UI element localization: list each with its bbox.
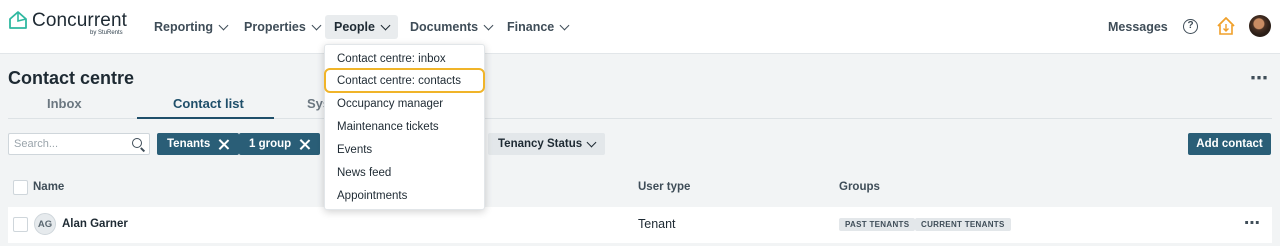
filter-chip-label: Tenants — [167, 138, 211, 150]
top-navigation-bar: Concurrent by StuRents Reporting Propert… — [0, 0, 1280, 54]
nav-properties-label: Properties — [244, 20, 306, 34]
page-title: Contact centre — [8, 68, 135, 88]
menu-item-appointments[interactable]: Appointments — [337, 190, 407, 202]
select-all-checkbox[interactable] — [13, 180, 28, 195]
nav-finance-label: Finance — [507, 20, 555, 34]
contact-name[interactable]: Alan Garner — [62, 218, 128, 230]
active-tab-indicator — [137, 117, 274, 119]
search-icon — [132, 138, 142, 148]
home-icon[interactable] — [1216, 16, 1236, 36]
filter-chip-group[interactable]: 1 group — [239, 133, 321, 155]
contact-avatar: AG — [34, 213, 56, 235]
menu-item-highlight — [324, 68, 485, 93]
logo-text: Concurrent — [32, 10, 127, 31]
tab-contact-list[interactable]: Contact list — [173, 96, 244, 111]
column-header-user-type[interactable]: User type — [638, 181, 690, 193]
close-icon[interactable] — [218, 139, 229, 150]
logo-subtext: by StuRents — [90, 30, 123, 36]
chevron-down-icon — [380, 20, 391, 30]
nav-documents[interactable]: Documents — [401, 15, 501, 39]
column-header-name[interactable]: Name — [33, 181, 64, 193]
nav-properties[interactable]: Properties — [235, 15, 329, 39]
search-placeholder: Search... — [14, 138, 59, 150]
nav-people[interactable]: People — [325, 15, 398, 39]
help-icon[interactable]: ? — [1183, 19, 1198, 34]
filter-chip-tenants[interactable]: Tenants — [157, 133, 240, 155]
column-header-groups[interactable]: Groups — [839, 181, 880, 193]
menu-item-events[interactable]: Events — [337, 144, 372, 156]
messages-link[interactable]: Messages — [1108, 20, 1168, 34]
contact-user-type: Tenant — [638, 217, 676, 231]
menu-item-maintenance-tickets[interactable]: Maintenance tickets — [337, 121, 439, 133]
group-badge: CURRENT TENANTS — [915, 218, 1011, 231]
close-icon[interactable] — [299, 139, 310, 150]
chevron-down-icon — [218, 20, 229, 30]
chevron-down-icon — [311, 20, 322, 30]
nav-documents-label: Documents — [410, 20, 479, 34]
page-more-icon[interactable]: ⋯ — [1250, 68, 1269, 89]
add-contact-button[interactable]: Add contact — [1188, 133, 1271, 155]
menu-item-news-feed[interactable]: News feed — [337, 167, 391, 179]
tenancy-status-filter[interactable]: Tenancy Status — [488, 133, 606, 155]
menu-item-occupancy-manager[interactable]: Occupancy manager — [337, 98, 443, 110]
chevron-down-icon — [586, 137, 597, 147]
chevron-down-icon — [483, 20, 494, 30]
chevron-down-icon — [559, 20, 570, 30]
nav-reporting-label: Reporting — [154, 20, 214, 34]
nav-finance[interactable]: Finance — [498, 15, 577, 39]
nav-reporting[interactable]: Reporting — [145, 15, 236, 39]
nav-people-label: People — [334, 20, 375, 34]
tab-inbox[interactable]: Inbox — [47, 96, 82, 111]
filter-chip-label: 1 group — [249, 138, 292, 150]
user-avatar[interactable] — [1249, 15, 1271, 37]
row-checkbox[interactable] — [13, 217, 28, 232]
search-input[interactable]: Search... — [8, 133, 150, 155]
row-more-icon[interactable]: ⋯ — [1244, 213, 1261, 233]
logo-house-icon — [9, 11, 27, 29]
group-badge: PAST TENANTS — [839, 218, 916, 231]
menu-item-contact-centre-inbox[interactable]: Contact centre: inbox — [337, 53, 446, 65]
tenancy-status-label: Tenancy Status — [498, 138, 583, 150]
